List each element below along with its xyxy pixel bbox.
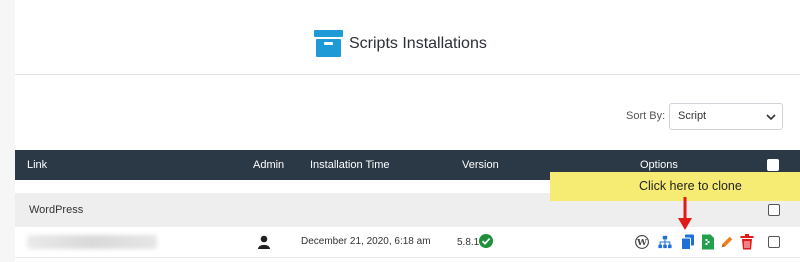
sitemap-icon[interactable]: [658, 234, 672, 250]
clone-tooltip-text: Click here to clone: [639, 179, 742, 193]
clone-tooltip: Click here to clone: [550, 172, 800, 201]
header-options: Options: [640, 159, 678, 171]
page-title: Scripts Installations: [349, 35, 487, 52]
wordpress-icon[interactable]: W: [635, 234, 649, 250]
header-link: Link: [27, 159, 48, 171]
sort-by-label: Sort By:: [626, 110, 666, 122]
version-value: 5.8.1: [457, 237, 480, 248]
delete-icon[interactable]: [740, 234, 754, 250]
header-installation-time: Installation Time: [310, 159, 390, 171]
row-checkbox[interactable]: [768, 236, 780, 248]
check-circle-icon: [479, 234, 493, 248]
table-row: December 21, 2020, 6:18 am 5.8.1 W: [15, 227, 800, 258]
sort-by-select[interactable]: Script: [669, 103, 783, 130]
header-version: Version: [462, 159, 499, 171]
installation-time: December 21, 2020, 6:18 am: [301, 236, 431, 247]
script-group-label: WordPress: [29, 204, 84, 216]
sort-by-value: Script: [678, 110, 707, 122]
archive-box-icon: [314, 30, 343, 57]
backup-icon[interactable]: [701, 234, 715, 250]
svg-text:W: W: [636, 238, 647, 248]
user-icon[interactable]: [258, 235, 270, 249]
group-checkbox[interactable]: [768, 204, 780, 216]
header-admin: Admin: [253, 159, 285, 171]
select-all-checkbox[interactable]: [767, 159, 779, 171]
arrow-down-icon: [678, 197, 692, 230]
page-header: Scripts Installations: [15, 0, 800, 75]
edit-icon[interactable]: [720, 234, 734, 250]
chevron-down-icon: [766, 114, 776, 121]
installation-link[interactable]: [27, 235, 157, 249]
clone-icon[interactable]: [681, 234, 695, 250]
